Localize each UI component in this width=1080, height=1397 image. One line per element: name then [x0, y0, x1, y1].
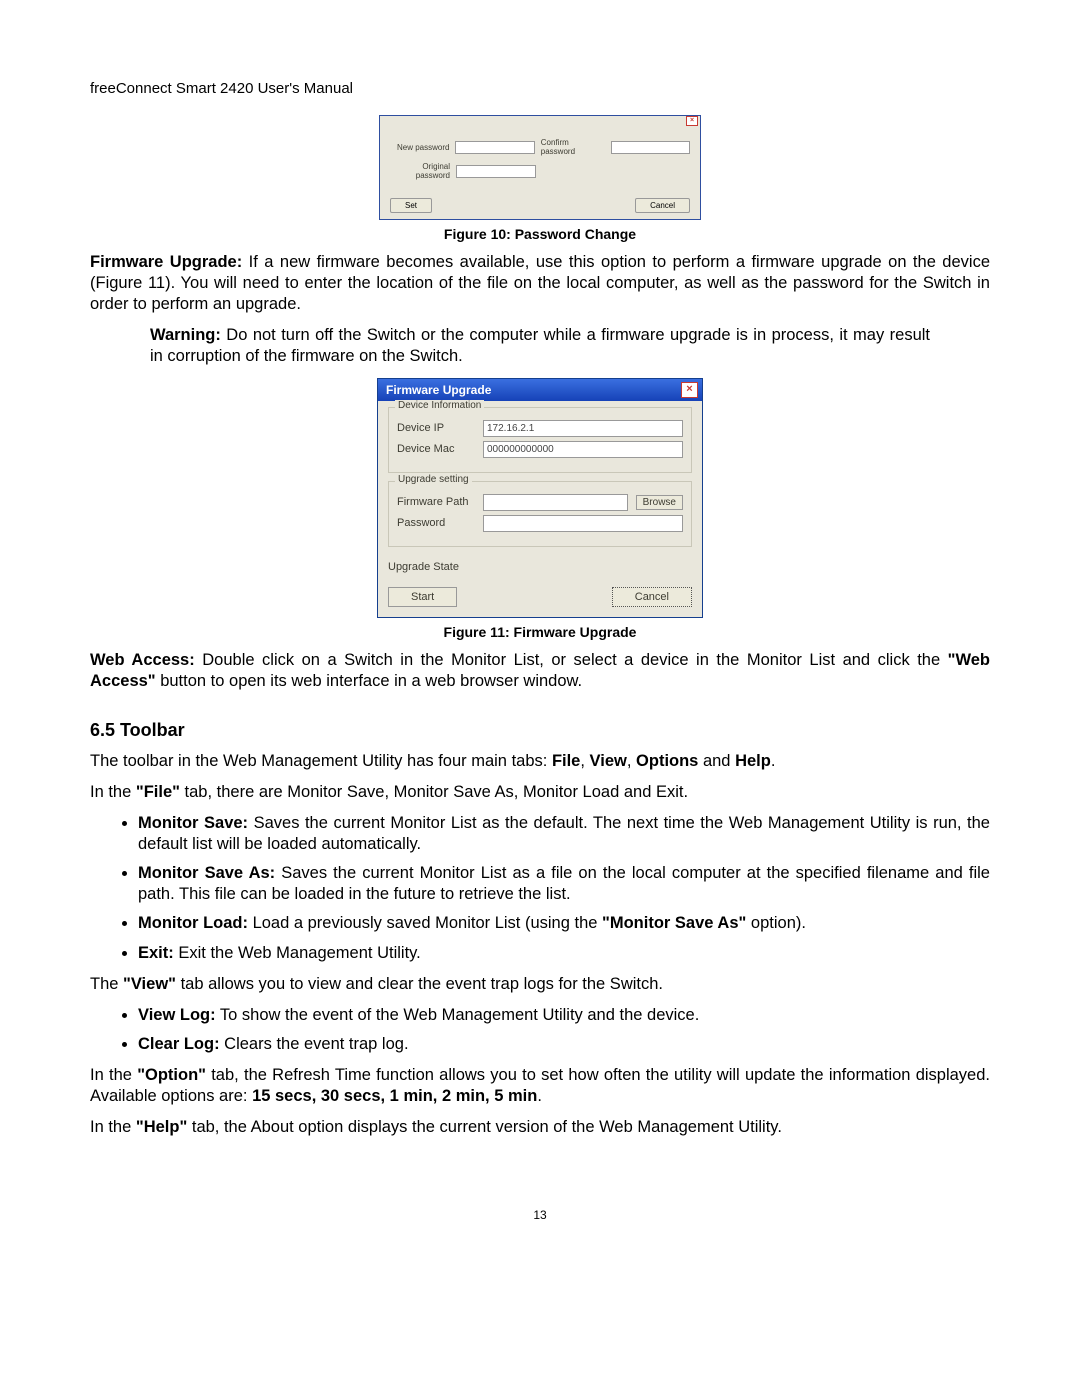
period: . — [537, 1087, 542, 1105]
view-tab-intro: The "View" tab allows you to view and cl… — [90, 974, 990, 995]
exit-text: Exit the Web Management Utility. — [174, 944, 421, 962]
confirm-password-label: Confirm password — [541, 138, 605, 156]
monitor-load-text-b: option). — [746, 914, 806, 932]
sep: , — [580, 752, 589, 770]
upgrade-setting-fieldset: Upgrade setting Firmware Path Browse Pas… — [388, 481, 692, 547]
web-access-paragraph: Web Access: Double click on a Switch in … — [90, 650, 990, 692]
dialog-titlebar: × — [380, 116, 700, 124]
option-values: 15 secs, 30 secs, 1 min, 2 min, 5 min — [252, 1087, 537, 1105]
web-access-text-a: Double click on a Switch in the Monitor … — [195, 651, 948, 669]
firmware-upgrade-dialog: Firmware Upgrade × Device Information De… — [377, 378, 703, 618]
period: . — [771, 752, 776, 770]
clear-log-label: Clear Log: — [138, 1035, 220, 1053]
help-quote: "Help" — [136, 1118, 187, 1136]
dialog-title: Firmware Upgrade — [386, 383, 491, 397]
view-quote: "View" — [123, 975, 176, 993]
list-item: Clear Log: Clears the event trap log. — [138, 1034, 990, 1055]
help-text-a: In the — [90, 1118, 136, 1136]
figure-10: × New password Confirm password Original… — [90, 115, 990, 242]
toolbar-intro: The toolbar in the Web Management Utilit… — [90, 751, 990, 772]
view-log-label: View Log: — [138, 1006, 216, 1024]
warning-label: Warning: — [150, 326, 221, 344]
web-access-label: Web Access: — [90, 651, 195, 669]
firmware-path-label: Firmware Path — [397, 496, 475, 508]
password-input[interactable] — [483, 515, 683, 532]
view-text-a: The — [90, 975, 123, 993]
original-password-label: Original password — [390, 162, 450, 180]
device-mac-label: Device Mac — [397, 443, 475, 455]
set-button[interactable]: Set — [390, 198, 432, 213]
device-mac-value: 000000000000 — [483, 441, 683, 458]
upgrade-setting-legend: Upgrade setting — [395, 474, 472, 485]
firmware-label: Firmware Upgrade: — [90, 253, 242, 271]
password-change-dialog: × New password Confirm password Original… — [379, 115, 701, 220]
clear-log-text: Clears the event trap log. — [220, 1035, 409, 1053]
monitor-save-text: Saves the current Monitor List as the de… — [138, 814, 990, 853]
sep-and: and — [698, 752, 735, 770]
firmware-path-input[interactable] — [483, 494, 628, 511]
tab-options: Options — [636, 752, 698, 770]
monitor-load-text-a: Load a previously saved Monitor List (us… — [248, 914, 602, 932]
monitor-load-label: Monitor Load: — [138, 914, 248, 932]
option-text-a: In the — [90, 1066, 137, 1084]
monitor-saveas-label: Monitor Save As: — [138, 864, 275, 882]
new-password-input[interactable] — [455, 141, 534, 154]
toolbar-intro-text: The toolbar in the Web Management Utilit… — [90, 752, 552, 770]
firmware-paragraph: Firmware Upgrade: If a new firmware beco… — [90, 252, 990, 315]
file-tab-list: Monitor Save: Saves the current Monitor … — [90, 813, 990, 964]
tab-help: Help — [735, 752, 771, 770]
list-item: Monitor Save As: Saves the current Monit… — [138, 863, 990, 905]
page-number: 13 — [90, 1208, 990, 1222]
file-tab-intro: In the "File" tab, there are Monitor Sav… — [90, 782, 990, 803]
list-item: View Log: To show the event of the Web M… — [138, 1005, 990, 1026]
figure-11-caption: Figure 11: Firmware Upgrade — [444, 624, 637, 640]
cancel-button[interactable]: Cancel — [612, 587, 692, 607]
view-tab-list: View Log: To show the event of the Web M… — [90, 1005, 990, 1055]
list-item: Monitor Load: Load a previously saved Mo… — [138, 913, 990, 934]
tab-view: View — [590, 752, 627, 770]
doc-header: freeConnect Smart 2420 User's Manual — [90, 80, 990, 97]
device-ip-value: 172.16.2.1 — [483, 420, 683, 437]
file-text-b: tab, there are Monitor Save, Monitor Sav… — [180, 783, 688, 801]
help-text-b: tab, the About option displays the curre… — [187, 1118, 782, 1136]
file-text-a: In the — [90, 783, 136, 801]
browse-button[interactable]: Browse — [636, 495, 683, 510]
sep: , — [627, 752, 636, 770]
monitor-save-label: Monitor Save: — [138, 814, 248, 832]
section-6-5-heading: 6.5 Toolbar — [90, 720, 990, 741]
view-text-b: tab allows you to view and clear the eve… — [176, 975, 663, 993]
view-log-text: To show the event of the Web Management … — [216, 1006, 700, 1024]
dialog-titlebar: Firmware Upgrade × — [378, 379, 702, 401]
device-info-fieldset: Device Information Device IP 172.16.2.1 … — [388, 407, 692, 473]
monitor-load-quote: "Monitor Save As" — [602, 914, 746, 932]
warning-text: Do not turn off the Switch or the comput… — [150, 326, 930, 365]
warning-paragraph: Warning: Do not turn off the Switch or t… — [150, 325, 990, 367]
confirm-password-input[interactable] — [611, 141, 690, 154]
option-tab-intro: In the "Option" tab, the Refresh Time fu… — [90, 1065, 990, 1107]
list-item: Monitor Save: Saves the current Monitor … — [138, 813, 990, 855]
exit-label: Exit: — [138, 944, 174, 962]
close-icon[interactable]: × — [686, 116, 698, 126]
help-tab-intro: In the "Help" tab, the About option disp… — [90, 1117, 990, 1138]
password-label: Password — [397, 517, 475, 529]
figure-11: Firmware Upgrade × Device Information De… — [90, 378, 990, 640]
start-button[interactable]: Start — [388, 587, 457, 607]
upgrade-state-label: Upgrade State — [388, 561, 692, 573]
web-access-text-b: button to open its web interface in a we… — [156, 672, 583, 690]
device-ip-label: Device IP — [397, 422, 475, 434]
list-item: Exit: Exit the Web Management Utility. — [138, 943, 990, 964]
original-password-input[interactable] — [456, 165, 536, 178]
new-password-label: New password — [390, 143, 449, 152]
option-quote: "Option" — [137, 1066, 206, 1084]
file-quote: "File" — [136, 783, 180, 801]
device-info-legend: Device Information — [395, 400, 484, 411]
tab-file: File — [552, 752, 580, 770]
close-icon[interactable]: × — [681, 382, 698, 398]
figure-10-caption: Figure 10: Password Change — [444, 226, 636, 242]
cancel-button[interactable]: Cancel — [635, 198, 690, 213]
